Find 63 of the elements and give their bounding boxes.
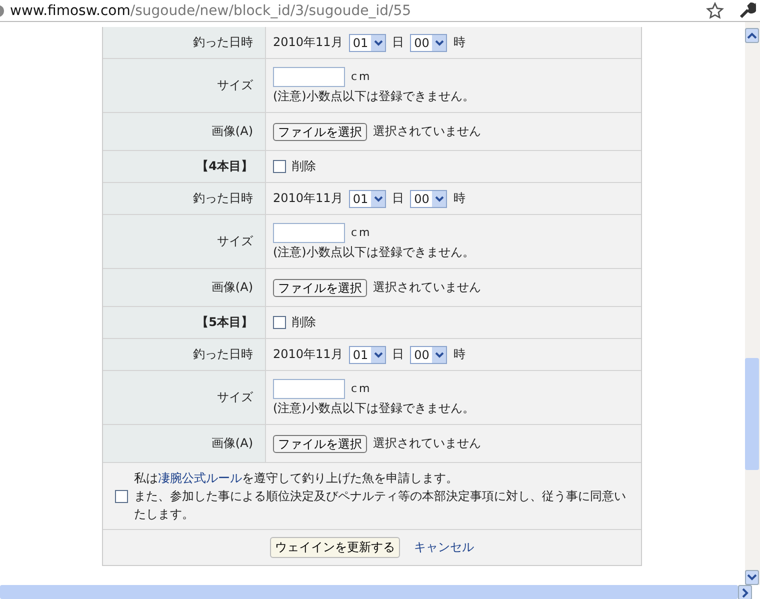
size-input[interactable] (273, 222, 345, 242)
delete-label: 削除 (292, 314, 316, 331)
update-button[interactable]: ウェイインを更新する (270, 537, 400, 558)
up-chevron-icon (747, 32, 757, 39)
url-text: www.fimosw.com/sugoude/new/block_id/3/sugoude_id/55 (10, 2, 412, 18)
choose-file-button[interactable]: ファイルを選択 (273, 122, 367, 140)
field-label: サイズ (103, 59, 266, 112)
note-text: (注意)小数点以下は登録できません。 (273, 88, 474, 104)
field-label: 画像(A) (103, 113, 266, 150)
scroll-down-button[interactable] (745, 570, 759, 585)
file-status-text: 選択されていません (373, 435, 481, 452)
field-label: 【5本目】 (103, 307, 266, 338)
delete-checkbox[interactable] (273, 160, 286, 173)
hour-select[interactable]: 00 (410, 346, 448, 364)
delete-label: 削除 (292, 158, 316, 175)
field-label: 画像(A) (103, 425, 266, 462)
size-input[interactable] (273, 66, 345, 86)
day-unit-text: 日 (392, 346, 404, 363)
size-input[interactable] (273, 378, 345, 398)
file-status-text: 選択されていません (373, 279, 481, 296)
day-select[interactable]: 01 (348, 190, 386, 208)
vertical-scrollbar[interactable] (745, 22, 760, 585)
day-select[interactable]: 01 (348, 34, 386, 52)
agreement-text: 私は凄腕公式ルールを遵守して釣り上げた魚を申請します。 (134, 470, 459, 487)
cancel-link[interactable]: キャンセル (414, 539, 474, 556)
scrollbar-thumb[interactable] (745, 358, 759, 470)
hour-unit-text: 時 (453, 190, 466, 207)
year-month-text: 2010年11月 (273, 346, 343, 363)
choose-file-button[interactable]: ファイルを選択 (273, 434, 367, 452)
year-month-text: 2010年11月 (273, 190, 343, 207)
choose-file-button[interactable]: ファイルを選択 (273, 278, 367, 296)
year-month-text: 2010年11月 (273, 34, 343, 51)
right-chevron-icon (742, 588, 748, 598)
rules-link[interactable]: 凄腕公式ルール (158, 471, 242, 485)
field-label: 釣った日時 (103, 27, 266, 58)
down-chevron-icon (747, 574, 757, 581)
day-unit-text: 日 (392, 34, 404, 51)
day-unit-text: 日 (392, 190, 404, 207)
hour-unit-text: 時 (453, 34, 466, 51)
agreement-text: また、参加した事による順位決定及びペナルティ等の本部決定事項に対し、従う事に同意いたします。 (134, 488, 627, 523)
hour-select[interactable]: 00 (410, 34, 448, 52)
scroll-right-button[interactable] (738, 585, 752, 599)
file-status-text: 選択されていません (373, 123, 481, 140)
scroll-up-button[interactable] (745, 28, 759, 43)
hour-select[interactable]: 00 (410, 190, 448, 208)
wrench-icon[interactable] (738, 2, 756, 20)
day-select[interactable]: 01 (348, 346, 386, 364)
unit-text: cm (351, 382, 372, 395)
agreement-checkbox[interactable] (115, 490, 128, 502)
field-label: 釣った日時 (103, 339, 266, 370)
unit-text: cm (351, 226, 372, 239)
note-text: (注意)小数点以下は登録できません。 (273, 244, 474, 260)
delete-checkbox[interactable] (273, 316, 286, 329)
field-label: サイズ (103, 215, 266, 268)
note-text: (注意)小数点以下は登録できません。 (273, 400, 474, 416)
field-label: 釣った日時 (103, 183, 266, 214)
unit-text: cm (351, 70, 372, 83)
field-label: サイズ (103, 371, 266, 424)
star-icon[interactable] (706, 2, 724, 20)
hour-unit-text: 時 (453, 346, 466, 363)
field-label: 【4本目】 (103, 151, 266, 182)
address-bar[interactable]: www.fimosw.com/sugoude/new/block_id/3/sugoude_id/55 (0, 0, 760, 22)
field-label: 画像(A) (103, 269, 266, 306)
